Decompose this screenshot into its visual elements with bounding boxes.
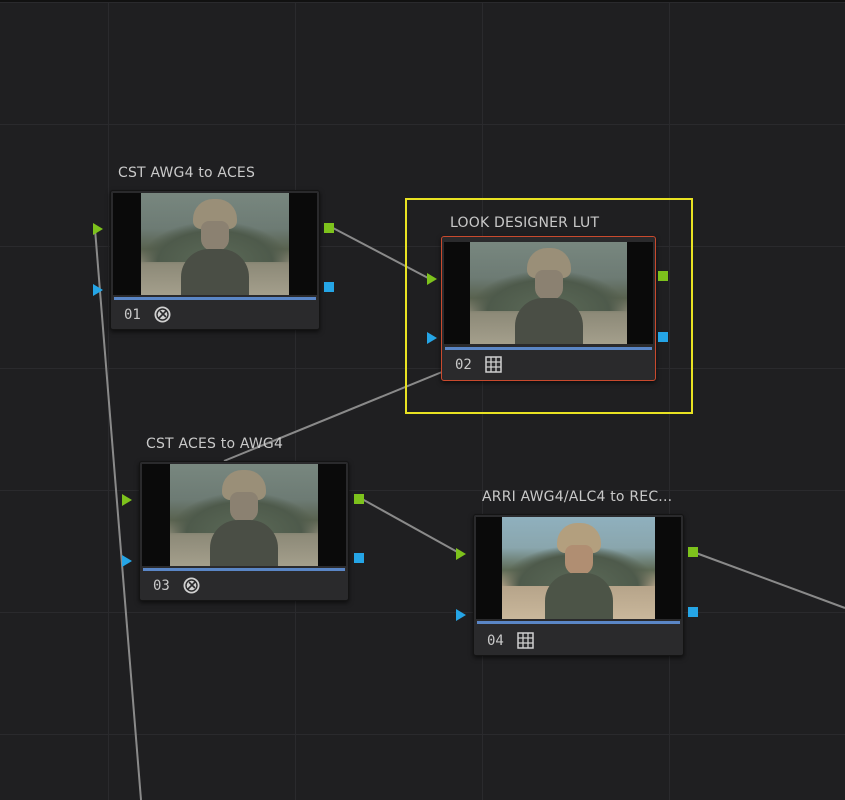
node-03-rgb-output[interactable] <box>354 494 364 504</box>
node-01-number: 01 <box>124 307 141 323</box>
node-04[interactable]: 04 <box>473 514 684 656</box>
node-03-rgb-input[interactable] <box>122 494 132 506</box>
node-01-status-bar <box>114 297 316 300</box>
node-03-number: 03 <box>153 578 170 594</box>
node-01-rgb-input[interactable] <box>93 223 103 235</box>
node-02-title: LOOK DESIGNER LUT <box>450 215 600 231</box>
node-03-status-bar <box>143 568 345 571</box>
node-03[interactable]: 03 <box>139 461 349 601</box>
node-04-title: ARRI AWG4/ALC4 to REC... <box>482 489 673 505</box>
node-graph-canvas[interactable]: CST AWG4 to ACES 01 LOOK DESIGNER LUT 02… <box>0 0 845 800</box>
top-border <box>0 0 845 2</box>
wire-node-03-to-node-04[interactable] <box>361 498 462 555</box>
node-01-key-input[interactable] <box>93 284 103 296</box>
node-04-thumbnail <box>476 517 681 619</box>
node-02-thumbnail <box>444 242 653 344</box>
node-03-thumbnail <box>142 464 346 566</box>
node-01[interactable]: 01 <box>110 190 320 330</box>
node-02-status-bar <box>445 347 652 350</box>
node-04-number: 04 <box>487 633 504 649</box>
node-01-thumbnail <box>113 193 317 295</box>
node-02-rgb-output[interactable] <box>658 271 668 281</box>
node-04-key-output[interactable] <box>688 607 698 617</box>
node-02[interactable]: 02 <box>441 236 656 381</box>
node-02-key-output[interactable] <box>658 332 668 342</box>
node-03-title: CST ACES to AWG4 <box>146 436 284 452</box>
node-04-key-input[interactable] <box>456 609 466 621</box>
node-03-key-input[interactable] <box>122 555 132 567</box>
node-04-rgb-input[interactable] <box>456 548 466 560</box>
wire-node-04-to-output[interactable] <box>695 552 845 609</box>
node-01-key-output[interactable] <box>324 282 334 292</box>
color-space-transform-icon <box>183 577 200 594</box>
node-03-key-output[interactable] <box>354 553 364 563</box>
node-02-rgb-input[interactable] <box>427 273 437 285</box>
node-04-status-bar <box>477 621 680 624</box>
node-02-key-input[interactable] <box>427 332 437 344</box>
node-01-title: CST AWG4 to ACES <box>118 165 256 181</box>
lut-grid-icon <box>485 356 502 373</box>
node-02-number: 02 <box>455 357 472 373</box>
color-space-transform-icon <box>154 306 171 323</box>
node-04-rgb-output[interactable] <box>688 547 698 557</box>
node-01-rgb-output[interactable] <box>324 223 334 233</box>
lut-grid-icon <box>517 632 534 649</box>
